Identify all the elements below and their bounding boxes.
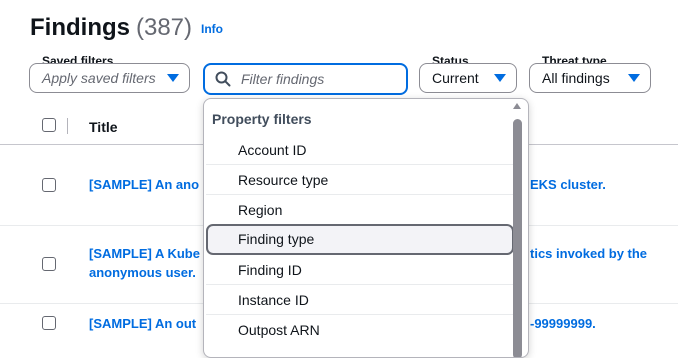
dropdown-option[interactable]: Outpost ARN bbox=[206, 315, 514, 345]
row-checkbox[interactable] bbox=[42, 316, 56, 330]
caret-down-icon bbox=[167, 74, 179, 82]
status-value: Current bbox=[432, 70, 479, 86]
info-link[interactable]: Info bbox=[201, 22, 223, 36]
threat-type-select[interactable]: All findings bbox=[529, 63, 651, 93]
finding-title-link-line2[interactable]: anonymous user. bbox=[89, 264, 196, 282]
option-label: Region bbox=[238, 202, 283, 218]
threat-type-value: All findings bbox=[542, 70, 610, 86]
option-label: Outpost ARN bbox=[238, 322, 320, 338]
scrollbar-thumb[interactable] bbox=[513, 119, 522, 357]
select-all-checkbox[interactable] bbox=[42, 118, 56, 132]
finding-title-link-tail[interactable]: -99999999. bbox=[530, 315, 596, 333]
scrollbar[interactable] bbox=[512, 99, 526, 357]
finding-title-link[interactable]: [SAMPLE] An out bbox=[89, 315, 196, 333]
caret-down-icon bbox=[494, 74, 506, 82]
dropdown-option[interactable]: Finding ID bbox=[206, 255, 514, 285]
findings-count: (387) bbox=[135, 14, 193, 41]
row-checkbox[interactable] bbox=[42, 178, 56, 192]
dropdown-option[interactable]: Instance ID bbox=[206, 285, 514, 315]
finding-title-link[interactable]: [SAMPLE] A Kube bbox=[89, 245, 200, 263]
option-label: Finding ID bbox=[238, 262, 302, 278]
finding-title-link-tail[interactable]: EKS cluster. bbox=[530, 176, 606, 194]
dropdown-option[interactable]: Region bbox=[206, 195, 514, 225]
option-label: Instance ID bbox=[238, 292, 309, 308]
dropdown-group-heading: Property filters bbox=[212, 111, 312, 127]
scroll-up-arrow-icon[interactable] bbox=[513, 103, 521, 109]
option-label: Account ID bbox=[238, 142, 307, 158]
property-filters-dropdown[interactable]: Property filters Account ID Resource typ… bbox=[203, 98, 529, 358]
column-divider bbox=[67, 118, 68, 134]
page-header: Findings (387) Info bbox=[30, 14, 223, 42]
finding-title-link[interactable]: [SAMPLE] An ano bbox=[89, 176, 199, 194]
finding-title-link-tail[interactable]: tics invoked by the bbox=[530, 245, 647, 263]
dropdown-option-highlighted[interactable]: Finding type bbox=[206, 224, 514, 255]
saved-filters-select[interactable]: Apply saved filters bbox=[29, 63, 190, 93]
option-label: Finding type bbox=[238, 231, 315, 247]
caret-down-icon bbox=[628, 74, 640, 82]
row-checkbox[interactable] bbox=[42, 257, 56, 271]
filter-findings-input[interactable] bbox=[239, 70, 393, 88]
column-header-title[interactable]: Title bbox=[89, 119, 118, 135]
status-select[interactable]: Current bbox=[419, 63, 517, 93]
saved-filters-placeholder: Apply saved filters bbox=[42, 70, 156, 86]
option-label: Resource type bbox=[238, 172, 329, 188]
dropdown-option[interactable]: Account ID bbox=[206, 135, 514, 165]
search-icon bbox=[215, 71, 231, 87]
page-title: Findings bbox=[30, 14, 130, 41]
dropdown-option[interactable]: Resource type bbox=[206, 165, 514, 195]
filter-search-box[interactable] bbox=[203, 63, 408, 95]
